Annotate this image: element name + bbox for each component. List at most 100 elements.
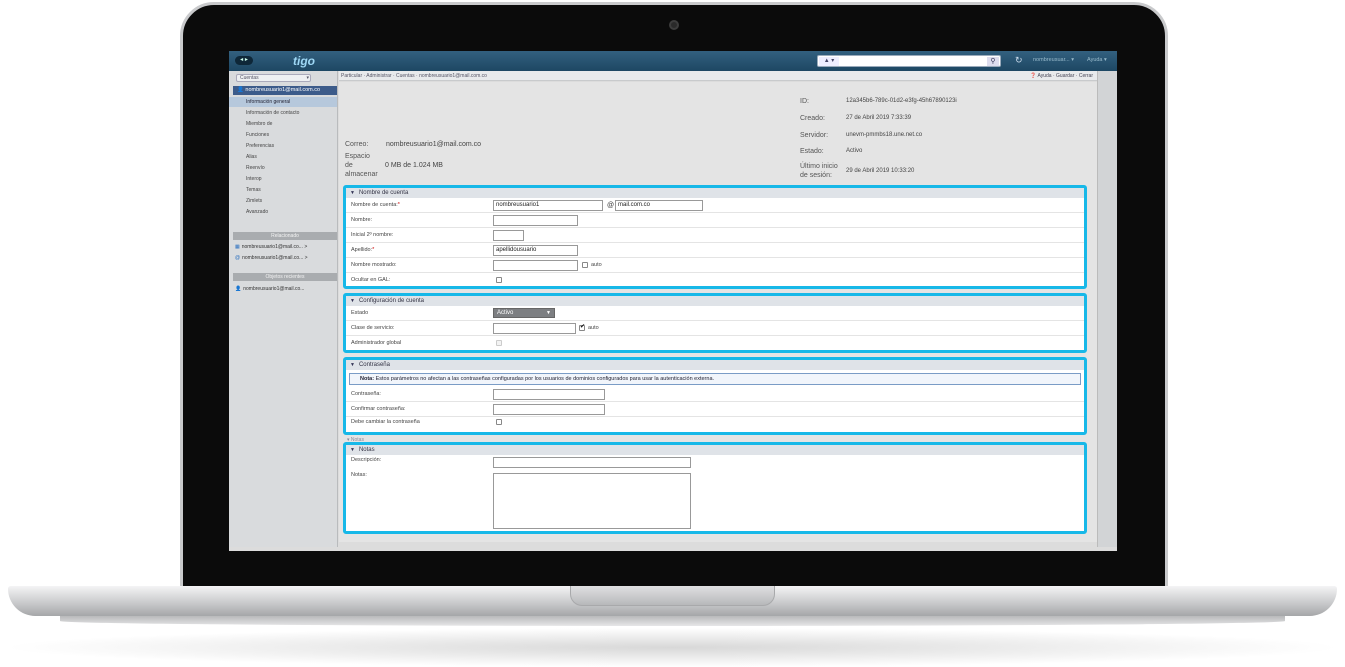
account-type-dropdown[interactable]: ▲ ▾	[819, 57, 839, 66]
sidebar-item-zimlets[interactable]: Zimlets	[229, 196, 337, 206]
sidebar-related-item[interactable]: @ nombreusuario1@mail.co... >	[235, 253, 335, 263]
panel-notas: ▼ Notas Descripción: Notas:	[343, 442, 1087, 534]
apellido-label: Apellido:	[351, 247, 373, 253]
chevron-down-icon: ▾	[306, 75, 309, 81]
top-bar: ◂ ▸ tigo ▲ ▾ ⚲ ↻ nombreusuar... ▾ Ayuda …	[229, 51, 1117, 71]
descripcion-input[interactable]	[493, 457, 691, 468]
sidebar-recent-item[interactable]: 👤 nombreusuario1@mail.co...	[235, 284, 335, 294]
user-icon: 👤	[235, 286, 242, 292]
ocultar-label: Ocultar en GAL:	[351, 277, 391, 283]
panel-title[interactable]: ▼ Nombre de cuenta	[346, 188, 1084, 198]
contrasena-label: Contraseña:	[351, 391, 381, 397]
sidebar-item-reenvio[interactable]: Reenvío	[229, 163, 337, 173]
ocultar-checkbox[interactable]	[496, 277, 502, 283]
laptop-notch	[570, 586, 775, 606]
notas-label: Notas:	[351, 472, 367, 478]
sidebar-item-miembro[interactable]: Miembro de	[229, 119, 337, 129]
mostrado-input[interactable]	[493, 260, 578, 271]
user-menu[interactable]: nombreusuar... ▾	[1033, 57, 1074, 63]
panel-title[interactable]: ▼ Notas	[346, 445, 1084, 455]
inicial-input[interactable]	[493, 230, 524, 241]
save-button[interactable]: Guardar	[1056, 73, 1074, 79]
correo-label: Correo:	[345, 141, 369, 148]
sidebar-item-avanzado[interactable]: Avanzado	[229, 207, 337, 217]
collapse-icon[interactable]: ▼	[350, 298, 355, 304]
search-icon[interactable]: ⚲	[987, 57, 999, 66]
panel-title[interactable]: ▼ Configuración de cuenta	[346, 296, 1084, 306]
breadcrumb: Particular · Administrar · Cuentas · nom…	[339, 71, 1097, 81]
sidebar-account[interactable]: 👤 nombreusuario1@mail.com.co	[233, 86, 337, 95]
camera-icon	[669, 20, 679, 30]
debe-cambiar-checkbox[interactable]	[496, 419, 502, 425]
at-icon: @	[235, 255, 241, 261]
chevron-down-icon: ▼	[546, 310, 551, 316]
sidebar-select[interactable]: Cuentas ▾	[236, 74, 311, 82]
ultimo-label: Último inicio	[800, 163, 838, 170]
laptop-shadow	[0, 628, 1345, 667]
admin-checkbox[interactable]	[496, 340, 502, 346]
sidebar-related-item[interactable]: ▦ nombreusuario1@mail.co... >	[235, 242, 335, 252]
help-link[interactable]: Ayuda	[1037, 73, 1051, 79]
clase-auto-checkbox[interactable]	[579, 323, 585, 331]
group-icon: ▦	[235, 244, 240, 250]
correo-value: nombreusuario1@mail.com.co	[386, 141, 482, 148]
sidebar-item-informacion-general[interactable]: Información general	[229, 97, 337, 107]
notas-textarea[interactable]	[493, 473, 691, 529]
estado-field-label: Estado	[351, 310, 369, 316]
panel-nombre-cuenta: ▼ Nombre de cuenta Nombre de cuenta:* nom…	[343, 185, 1087, 289]
collapse-icon[interactable]: ▼	[350, 447, 355, 453]
estado-select[interactable]: Activo ▼	[493, 308, 555, 318]
collapse-icon[interactable]: ▼	[350, 190, 355, 196]
row-clase: Clase de servicio: auto	[346, 321, 1084, 336]
tigo-logo: tigo	[293, 54, 315, 68]
mostrado-auto-checkbox[interactable]	[582, 262, 588, 268]
breadcrumb-path[interactable]: Particular · Administrar · Cuentas · nom…	[341, 73, 487, 79]
nombre-cuenta-input[interactable]: nombreusuario1	[493, 200, 603, 211]
servidor-value: unevm-pmmbs18.une.net.co	[846, 132, 923, 138]
refresh-icon[interactable]: ↻	[1015, 55, 1023, 66]
row-confirmar: Confirmar contraseña:	[346, 402, 1084, 417]
espacio-label-2: de	[345, 162, 353, 169]
panel-contrasena: ▼ Contraseña Nota: Estos parámetros no af…	[343, 357, 1087, 435]
id-label: ID:	[800, 98, 809, 105]
sidebar-item-interop[interactable]: Interop	[229, 174, 337, 184]
inicial-label: Inicial 2º nombre:	[351, 232, 394, 238]
sidebar-section-recientes: Objetos recientes	[233, 273, 337, 281]
screen: ◂ ▸ tigo ▲ ▾ ⚲ ↻ nombreusuar... ▾ Ayuda …	[229, 51, 1117, 551]
creado-value: 27 de Abril 2019 7:33:39	[846, 115, 912, 121]
clase-label: Clase de servicio:	[351, 325, 395, 331]
nombre-input[interactable]	[493, 215, 578, 226]
clase-input[interactable]	[493, 323, 576, 334]
estado-label: Estado:	[800, 148, 824, 155]
ultimo-label-2: de sesión:	[800, 172, 832, 179]
sidebar-item-funciones[interactable]: Funciones	[229, 130, 337, 140]
debe-cambiar-label: Debe cambiar la contraseña	[351, 419, 420, 425]
nav-arrows-button[interactable]: ◂ ▸	[235, 56, 253, 65]
row-inicial: Inicial 2º nombre:	[346, 228, 1084, 243]
right-toolbar	[1097, 71, 1117, 547]
espacio-label: Espacio	[345, 153, 370, 160]
laptop-base-edge	[60, 616, 1285, 626]
sidebar-item-contacto[interactable]: Información de contacto	[229, 108, 337, 118]
sidebar-item-preferencias[interactable]: Preferencias	[229, 141, 337, 151]
sidebar-item-temas[interactable]: Temas	[229, 185, 337, 195]
collapse-icon[interactable]: ▼	[350, 362, 355, 368]
row-ocultar: Ocultar en GAL:	[346, 273, 1084, 288]
contrasena-input[interactable]	[493, 389, 605, 400]
row-nombre: Nombre:	[346, 213, 1084, 228]
help-icon[interactable]: ❓	[1030, 73, 1036, 79]
row-admin: Administrador global	[346, 336, 1084, 351]
apellido-input[interactable]: apellidousuario	[493, 245, 578, 256]
confirmar-input[interactable]	[493, 404, 605, 415]
close-button[interactable]: Cerrar	[1079, 73, 1093, 79]
domain-input[interactable]: mail.com.co	[615, 200, 703, 211]
user-icon: 👤	[237, 87, 244, 93]
auto-label: auto	[588, 325, 599, 331]
sidebar-item-alias[interactable]: Alias	[229, 152, 337, 162]
search-input[interactable]: ▲ ▾ ⚲	[817, 55, 1001, 67]
row-notas: Notas:	[346, 470, 1084, 532]
panel-title[interactable]: ▼ Contraseña	[346, 360, 1084, 370]
row-estado: Estado Activo ▼	[346, 306, 1084, 321]
help-menu[interactable]: Ayuda ▾	[1087, 57, 1107, 63]
row-nombre-cuenta: Nombre de cuenta:* nombreusuario1 @ mail…	[346, 198, 1084, 213]
